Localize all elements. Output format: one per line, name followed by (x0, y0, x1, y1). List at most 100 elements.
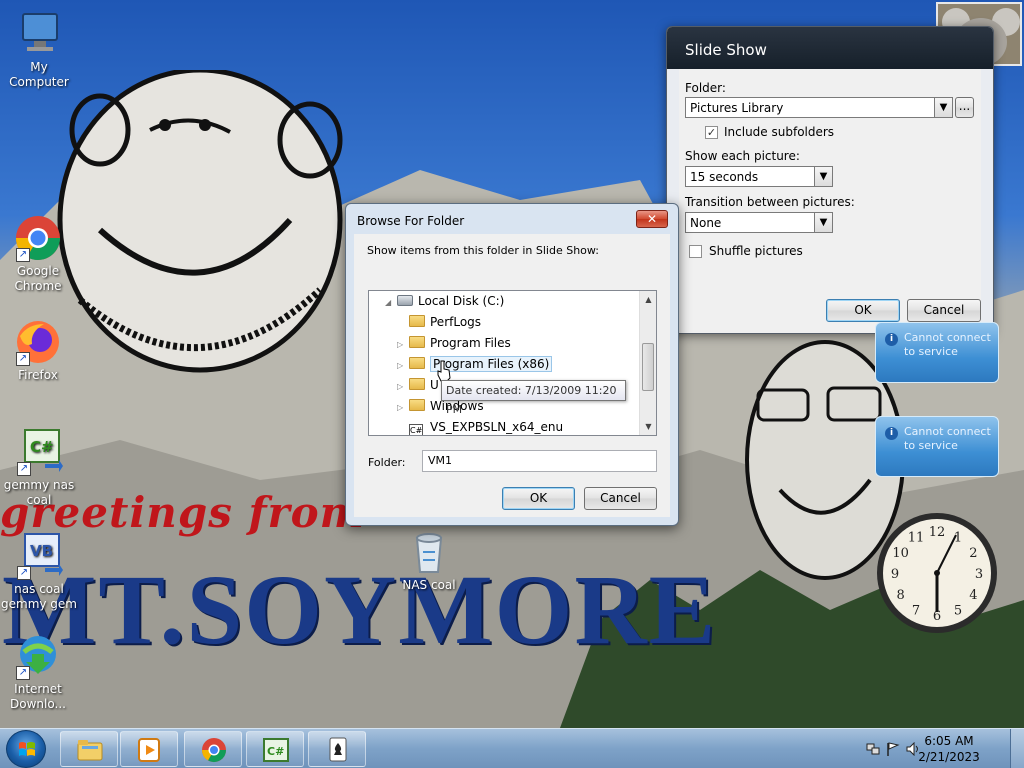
desktop-icon-label: Google Chrome (14, 264, 62, 293)
desktop-icon-internet-download-manager[interactable]: ↗ Internet Downlo... (0, 632, 76, 712)
taskbar-chrome-button[interactable] (184, 731, 242, 767)
browse-folder-input[interactable]: VM1 (422, 450, 657, 472)
svg-text:C#: C# (267, 745, 284, 758)
tree-item-label: PerfLogs (430, 315, 482, 329)
desktop-icon-firefox[interactable]: ↗ Firefox (0, 318, 76, 383)
taskbar-media-player-button[interactable] (120, 731, 178, 767)
show-each-dropdown-value: 15 seconds (690, 170, 759, 184)
clock-number: 8 (896, 588, 904, 603)
transition-label: Transition between pictures: (685, 195, 855, 209)
tree-item-local-disk[interactable]: ◢ Local Disk (C:) (385, 291, 504, 311)
browse-folder-button[interactable]: ... (955, 97, 974, 118)
slideshow-ok-button[interactable]: OK (826, 299, 900, 322)
shuffle-pictures-label: Shuffle pictures (709, 244, 803, 258)
desktop-icon-label: nas coal gemmy gem (1, 582, 77, 611)
system-tray: 6:05 AM 2/21/2023 (854, 729, 1024, 768)
clock-number: 10 (892, 546, 909, 561)
weather-message: Cannot connect to service (904, 331, 991, 359)
browse-for-folder-dialog: Browse For Folder ✕ Show items from this… (345, 203, 679, 526)
desktop-icon-label: My Computer (9, 60, 69, 89)
close-button[interactable]: ✕ (636, 210, 668, 228)
scrollbar-thumb[interactable] (642, 343, 654, 391)
start-button[interactable] (6, 730, 46, 768)
clock-number: 2 (969, 546, 977, 561)
taskbar-time: 6:05 AM (924, 734, 974, 748)
chevron-down-icon[interactable]: ▼ (814, 213, 832, 232)
collapsed-arrow-icon[interactable]: ▷ (397, 335, 409, 355)
clock-face: 12 1234567891011 (877, 513, 997, 633)
solitaire-icon (329, 737, 347, 762)
collapsed-arrow-icon[interactable]: ▷ (397, 398, 409, 418)
tree-item-vs-expbsln[interactable]: C# VS_EXPBSLN_x64_enu (397, 417, 564, 435)
clock-number: 4 (969, 588, 977, 603)
firefox-icon: ↗ (14, 318, 62, 366)
desktop-icon-label: NAS coal (402, 578, 456, 592)
desktop-icon-label: Internet Downlo... (10, 682, 66, 711)
slideshow-settings-body: Folder: Pictures Library ▼ ... ✓ Include… (679, 69, 981, 333)
show-desktop-button[interactable] (1010, 729, 1024, 768)
taskbar-csharp-project-button[interactable]: C# (246, 731, 304, 767)
browse-ok-button[interactable]: OK (502, 487, 575, 510)
taskbar-explorer-button[interactable] (60, 731, 118, 767)
svg-text:VB: VB (30, 542, 53, 560)
tree-item-label: Local Disk (C:) (418, 294, 505, 308)
expanded-arrow-icon[interactable]: ◢ (385, 293, 397, 313)
desktop-icon-recycle-bin[interactable]: NAS coal (391, 528, 467, 593)
installer-file-icon: C# (409, 424, 423, 435)
collapsed-arrow-icon[interactable]: ▷ (397, 356, 409, 376)
scroll-up-icon[interactable]: ▲ (640, 291, 656, 308)
folder-label: Folder: (685, 81, 726, 95)
folder-dropdown[interactable]: Pictures Library ▼ (685, 97, 953, 118)
chevron-down-icon[interactable]: ▼ (814, 167, 832, 186)
desktop-icon-google-chrome[interactable]: ↗ Google Chrome (0, 214, 76, 294)
shortcut-arrow-icon: ↗ (16, 352, 30, 366)
desktop-icon-label: gemmy nas coal (3, 478, 75, 507)
tooltip: Date created: 7/13/2009 11:20 PM (441, 380, 626, 416)
shortcut-arrow-icon: ↗ (17, 566, 31, 580)
tree-scrollbar[interactable]: ▲ ▼ (639, 291, 656, 435)
clock-number: 7 (912, 603, 920, 618)
folder-icon (409, 378, 425, 390)
slideshow-settings-window: Slide Show Folder: Pictures Library ▼ ..… (666, 26, 994, 334)
folder-icon (409, 357, 425, 369)
scroll-down-icon[interactable]: ▼ (640, 418, 656, 435)
hand-cursor-icon (437, 360, 451, 382)
shortcut-arrow-icon: ↗ (16, 248, 30, 262)
browse-cancel-button[interactable]: Cancel (584, 487, 657, 510)
folder-icon (409, 336, 425, 348)
tree-item-users[interactable]: ▷ U (397, 375, 439, 395)
weather-message-line: Cannot connect (904, 331, 991, 344)
computer-icon (15, 10, 63, 58)
browse-dialog-body: Show items from this folder in Slide Sho… (354, 234, 670, 517)
tree-item-label: VS_EXPBSLN_x64_enu (430, 420, 564, 434)
tree-item-program-files[interactable]: ▷ Program Files (397, 333, 511, 353)
csharp-project-icon: C# (263, 738, 289, 762)
tree-item-perflogs[interactable]: PerfLogs (397, 312, 481, 332)
explorer-icon (77, 740, 103, 761)
media-player-icon (138, 738, 160, 762)
network-icon[interactable] (866, 742, 880, 756)
slideshow-cancel-button[interactable]: Cancel (907, 299, 981, 322)
vb-project-icon: VB ↗ (15, 532, 63, 580)
folder-tree[interactable]: ◢ Local Disk (C:) PerfLogs ▷ Program Files… (368, 290, 657, 436)
desktop-icon-my-computer[interactable]: My Computer (1, 10, 77, 90)
transition-dropdown[interactable]: None ▼ (685, 212, 833, 233)
taskbar-solitaire-button[interactable] (308, 731, 366, 767)
weather-gadget[interactable]: i Cannot connect to service (875, 322, 999, 383)
tree-item-program-files-x86[interactable]: ▷ Program Files (x86) (397, 354, 553, 376)
show-each-dropdown[interactable]: 15 seconds ▼ (685, 166, 833, 187)
desktop-icon-nas-coal-gemmy-gem[interactable]: VB ↗ nas coal gemmy gem (1, 532, 77, 612)
folder-icon (409, 315, 425, 327)
shuffle-pictures-checkbox[interactable] (689, 245, 702, 258)
slideshow-title: Slide Show (667, 27, 993, 69)
clock-gadget[interactable]: 12 1 2 3 4 5 6 7 8 9 10 11 (874, 510, 1000, 636)
include-subfolders-checkbox[interactable]: ✓ (705, 126, 718, 139)
windows-logo-icon (19, 742, 35, 756)
weather-gadget[interactable]: i Cannot connect to service (875, 416, 999, 477)
desktop-icon-gemmy-nas-coal[interactable]: C# ↗ gemmy nas coal (1, 428, 77, 508)
taskbar-clock[interactable]: 6:05 AM 2/21/2023 (914, 733, 984, 765)
collapsed-arrow-icon[interactable]: ▷ (397, 377, 409, 397)
action-center-flag-icon[interactable] (886, 742, 900, 756)
chevron-down-icon[interactable]: ▼ (934, 98, 952, 117)
drive-icon (397, 295, 413, 306)
